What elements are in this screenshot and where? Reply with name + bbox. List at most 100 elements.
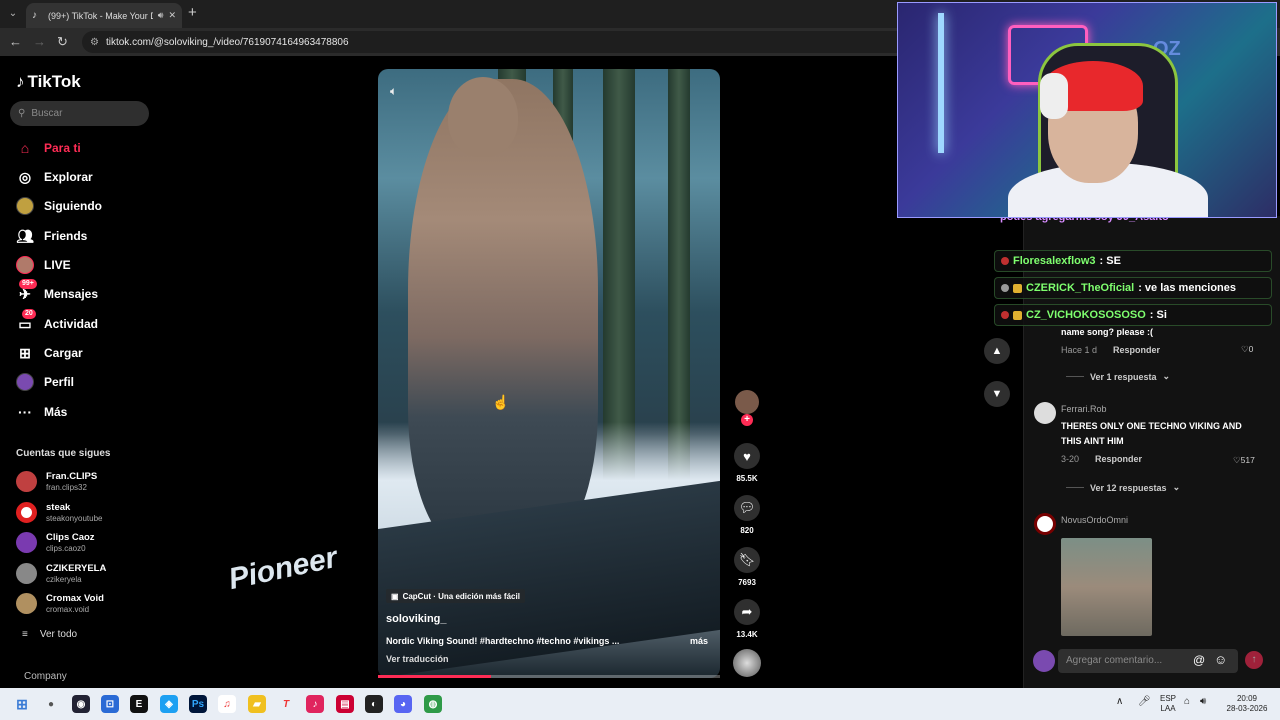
logo-text: TikTok	[27, 72, 81, 91]
account-handle: cromax.void	[46, 605, 90, 614]
sidebar-item-live[interactable]: LIVE	[16, 256, 71, 274]
new-tab-button[interactable]: +	[188, 4, 197, 21]
chat-badge-icon	[1001, 311, 1009, 319]
send-icon[interactable]: ↑	[1245, 651, 1263, 669]
mic-app-icon[interactable]: ●	[42, 695, 60, 713]
following-account[interactable]: CZIKERYELA czikeryela	[16, 563, 106, 584]
next-video-button[interactable]: ▼	[984, 381, 1010, 407]
following-account[interactable]: Clips Caoz clips.caoz0	[16, 532, 95, 553]
creator-avatar[interactable]	[735, 390, 759, 414]
epic-games-icon[interactable]: E	[130, 695, 148, 713]
comment-user[interactable]: NovusOrdoOmni	[1061, 515, 1128, 525]
search-input[interactable]: ⚲ Buscar	[10, 101, 149, 126]
start-icon[interactable]: ⊞	[13, 695, 31, 713]
sidebar-item-friends[interactable]: 👥︎ Friends	[16, 227, 87, 245]
see-all-button[interactable]: ≡ Ver todo	[22, 629, 77, 640]
app-icon[interactable]: ⊡	[101, 695, 119, 713]
language-indicator[interactable]: ESP LAA	[1160, 694, 1176, 714]
app-icon[interactable]: ◉	[72, 695, 90, 713]
sidebar-item-actividad[interactable]: ▭ 20 Actividad	[16, 309, 98, 333]
chrome-icon[interactable]: ◍	[424, 695, 442, 713]
close-tab-icon[interactable]: ✕	[168, 10, 176, 21]
browser-tab[interactable]: ♪ (99+) TikTok - Make Your Day 🔊︎ ✕	[26, 3, 182, 28]
translate-button[interactable]: Ver traducción	[386, 654, 449, 664]
save-action[interactable]: 🔖︎ 7693	[733, 547, 761, 587]
comment-input[interactable]: Agregar comentario...	[1058, 649, 1238, 673]
upload-icon: ⊞	[19, 344, 31, 361]
account-handle: czikeryela	[46, 575, 82, 584]
sidebar-item-para-ti[interactable]: ⌂ Para ti	[16, 139, 81, 157]
effect-tag[interactable]: ▣ CapCut · Una edición más fácil	[386, 589, 525, 603]
video-player[interactable]	[378, 69, 720, 678]
forward-icon[interactable]: →	[33, 34, 46, 49]
music-disc-icon[interactable]	[733, 649, 761, 677]
clock[interactable]: 20:09 28-03-2026	[1222, 694, 1272, 714]
reply-button[interactable]: Responder	[1113, 345, 1160, 355]
app-icon[interactable]: ◈	[160, 695, 178, 713]
heart-icon[interactable]: ♥	[734, 443, 760, 469]
view-replies-button[interactable]: Ver 1 respuesta ⌄	[1066, 371, 1170, 382]
tray-mic-icon[interactable]: 🎤︎	[1138, 697, 1151, 707]
follow-plus-button[interactable]: +	[741, 414, 753, 426]
file-explorer-icon[interactable]: ▰	[248, 695, 266, 713]
following-account[interactable]: steak steakonyoutube	[16, 502, 103, 523]
network-icon[interactable]: ⌂	[1184, 697, 1190, 707]
video-author[interactable]: soloviking_	[386, 613, 447, 625]
following-account[interactable]: Fran.CLIPS fran.clips32	[16, 471, 97, 492]
share-action[interactable]: ➦ 13.4K	[733, 599, 761, 639]
commenter-avatar[interactable]	[1034, 513, 1056, 535]
share-icon[interactable]: ➦	[734, 599, 760, 625]
view-replies-button[interactable]: Ver 12 respuestas ⌄	[1066, 482, 1180, 493]
sidebar-item-siguiendo[interactable]: Siguiendo	[16, 197, 102, 215]
sidebar-item-mas[interactable]: ··· Más	[16, 403, 67, 421]
account-handle: steakonyoutube	[46, 514, 103, 523]
volume-icon[interactable]: 🔈︎	[390, 84, 397, 99]
mention-icon[interactable]: @	[1193, 653, 1205, 667]
more-button[interactable]: más	[690, 636, 708, 646]
tray-chevron-icon[interactable]: ∧	[1116, 697, 1123, 707]
comment-gif-image[interactable]	[1061, 538, 1152, 636]
text-app-icon[interactable]: T	[277, 695, 295, 713]
commenter-avatar[interactable]	[1034, 402, 1056, 424]
site-settings-icon[interactable]: ⚙	[90, 37, 99, 48]
see-all-label: Ver todo	[39, 629, 78, 640]
sidebar-item-mensajes[interactable]: ✈ 99+ Mensajes	[16, 279, 98, 303]
comment-action[interactable]: 💬︎ 820	[733, 495, 761, 535]
obs-icon[interactable]: ◐	[365, 695, 383, 713]
emoji-icon[interactable]: ☺	[1214, 652, 1227, 667]
my-avatar	[1033, 650, 1055, 672]
account-name: CZIKERYELA	[46, 563, 107, 574]
bookmark-icon[interactable]: 🔖︎	[734, 547, 760, 573]
tab-search-button[interactable]: ⌄	[4, 5, 22, 23]
sidebar-item-explorar[interactable]: ◎ Explorar	[16, 168, 93, 186]
url-field[interactable]: ⚙ tiktok.com/@soloviking_/video/76190741…	[82, 31, 962, 53]
tiktok-app-icon[interactable]: ♪	[306, 695, 324, 713]
reply-button[interactable]: Responder	[1095, 454, 1142, 464]
company-link[interactable]: Company	[24, 671, 67, 682]
discord-icon[interactable]: ◕	[394, 695, 412, 713]
following-account[interactable]: Cromax Void cromax.void	[16, 593, 104, 614]
language-layout: LAA	[1160, 704, 1176, 713]
back-icon[interactable]: ←	[9, 34, 22, 49]
speaker-icon[interactable]: 🔊︎	[158, 10, 164, 21]
photoshop-icon[interactable]: Ps	[189, 695, 207, 713]
previous-video-button[interactable]: ▲	[984, 338, 1010, 364]
comment-like[interactable]: ♡517	[1233, 455, 1255, 466]
comment-user[interactable]: Ferrari.Rob	[1061, 404, 1261, 414]
volume-tray-icon[interactable]: 🔊︎	[1200, 697, 1206, 707]
comment-icon[interactable]: 💬︎	[734, 495, 760, 521]
video-progress-bar[interactable]	[378, 675, 720, 678]
sidebar-item-perfil[interactable]: Perfil	[16, 373, 74, 391]
chat-badge-icon	[1001, 284, 1009, 292]
reload-icon[interactable]: ↻	[57, 34, 68, 50]
url-text: tiktok.com/@soloviking_/video/7619074164…	[105, 36, 349, 48]
app-icon[interactable]: ▤	[336, 695, 354, 713]
search-placeholder: Buscar	[31, 108, 63, 119]
comment-like[interactable]: ♡0	[1241, 344, 1253, 355]
like-action[interactable]: ♥ 85.5K	[733, 443, 761, 483]
capcut-icon: ▣	[391, 591, 399, 601]
sidebar-item-cargar[interactable]: ⊞ Cargar	[16, 344, 83, 362]
account-name: Clips Caoz	[46, 532, 95, 543]
headphones-app-icon[interactable]: ♫	[218, 695, 236, 713]
tiktok-logo[interactable]: ♪ TikTok	[16, 72, 81, 92]
